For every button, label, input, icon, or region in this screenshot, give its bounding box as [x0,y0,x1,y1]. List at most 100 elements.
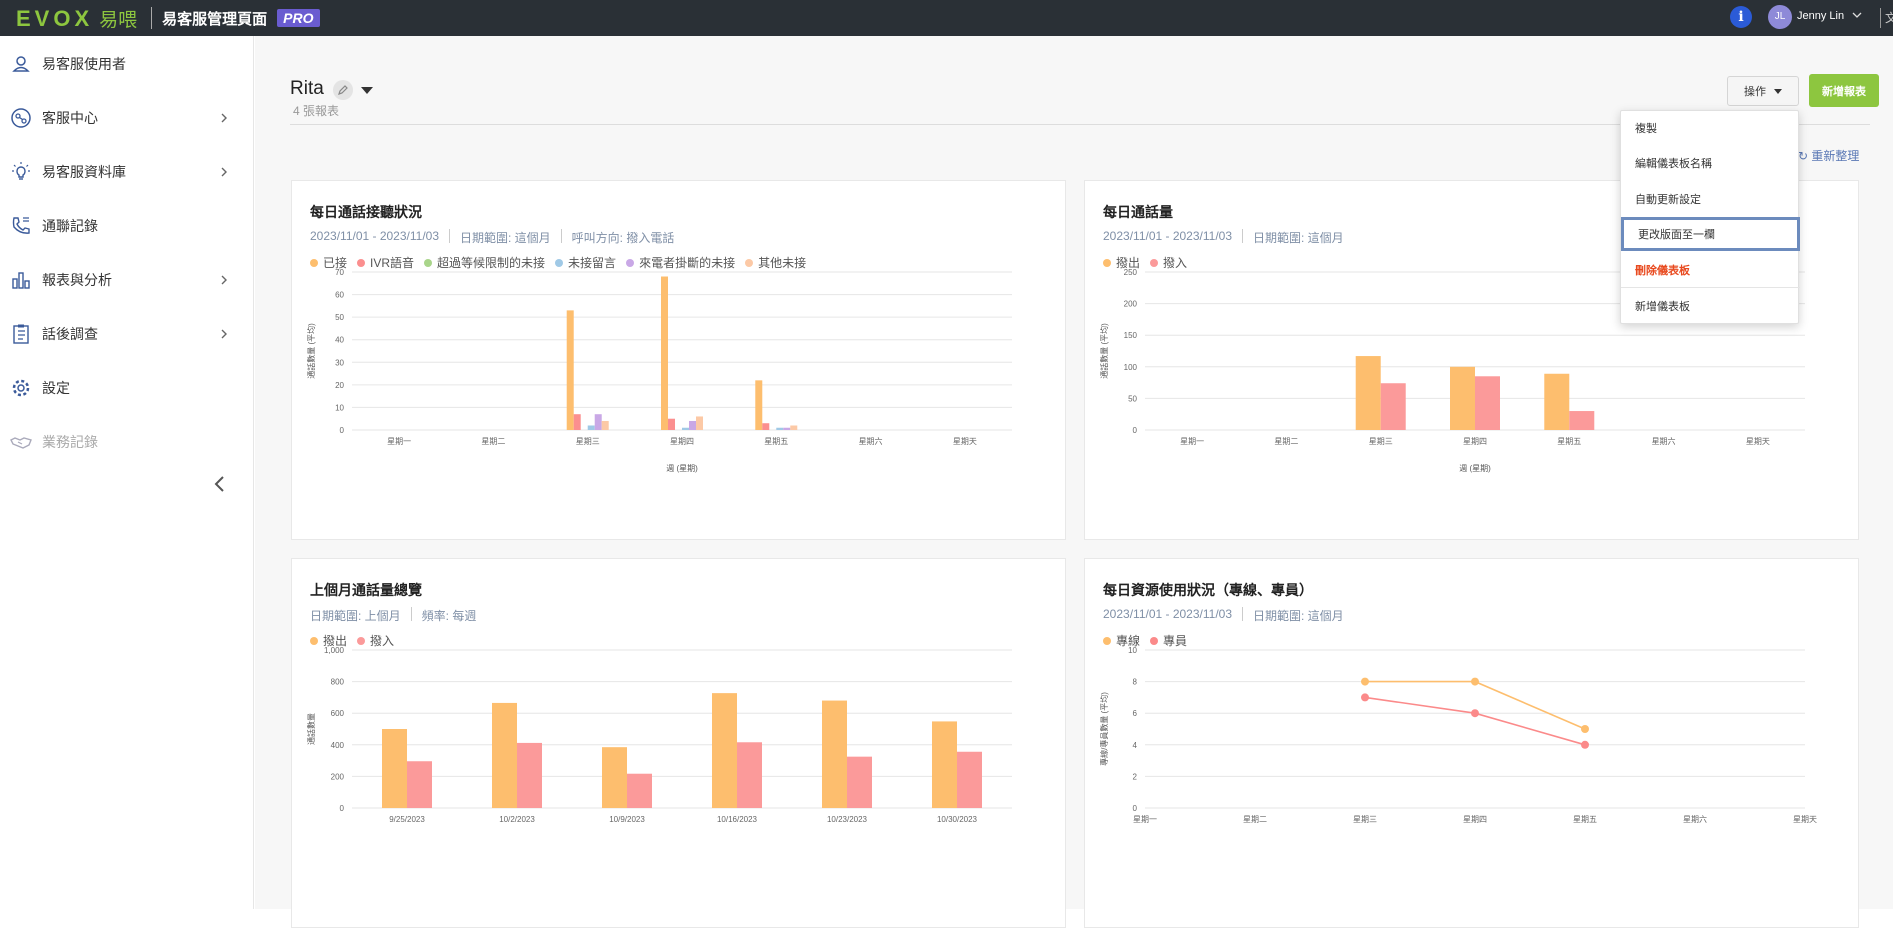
x-tick-label: 星期一 [387,437,411,446]
y-tick-label: 8 [1133,678,1138,687]
x-tick-label: 星期天 [1793,815,1817,824]
y-tick-label: 0 [340,804,345,813]
sidebar-item-label: 話後調查 [42,326,98,342]
bar [668,418,675,430]
y-tick-label: 10 [1128,646,1137,655]
y-tick-label: 2 [1133,772,1138,781]
y-tick-label: 400 [331,741,345,750]
x-tick-label: 星期天 [1746,437,1770,446]
sidebar-item-reports[interactable]: 報表與分析 [0,258,254,302]
info-icon[interactable]: i [1730,6,1752,28]
sidebar: 易客服使用者 客服中心 易客服資料庫 通聯記錄 報表與分析 話後調查 設定 業務… [0,36,254,909]
x-tick-label: 星期一 [1133,815,1157,824]
y-tick-label: 50 [335,313,344,322]
sidebar-item-users[interactable]: 易客服使用者 [0,42,254,86]
caret-down-icon [1774,88,1782,94]
pro-badge: PRO [277,9,320,27]
y-tick-label: 0 [1133,804,1138,813]
menu-item-copy[interactable]: 複製 [1621,111,1800,145]
y-tick-label: 0 [1133,426,1138,435]
y-tick-label: 200 [1124,300,1138,309]
data-point [1471,709,1479,718]
data-point [1581,725,1589,733]
top-bar: EVOX 易喂 易客服管理頁面 PRO i JL Jenny Lin 文 [0,0,1893,36]
x-tick-label: 10/30/2023 [937,815,978,824]
menu-item-auto-refresh[interactable]: 自動更新設定 [1621,182,1800,216]
chart: 0 10 20 30 40 50 60 70 通話數量 (平均) 週 (星期) 星期一 星期二 星期三 星… [306,268,1012,473]
x-tick-label: 星期二 [481,437,505,446]
y-tick-label: 200 [331,772,345,781]
bar [847,756,872,808]
user-name[interactable]: Jenny Lin [1797,10,1844,22]
y-axis-label: 專線/專員數量 (平均) [1099,692,1109,766]
x-tick-label: 星期六 [1652,436,1676,446]
x-tick-label: 星期六 [1683,814,1707,824]
refresh-button[interactable]: ↻ 重新整理 [1798,147,1859,164]
x-tick-label: 9/25/2023 [389,815,425,824]
data-point [1361,677,1369,686]
bar [627,773,652,808]
bar [407,761,432,808]
bar [492,702,517,808]
menu-item-one-column[interactable]: 更改版面至一欄 [1621,217,1800,251]
y-tick-label: 50 [1128,394,1137,403]
data-point [1361,693,1369,702]
bar [932,721,957,808]
dashboard-title: Rita [290,78,324,99]
y-axis-label: 通話數量 [306,713,316,745]
sidebar-item-call-log[interactable]: 通聯記錄 [0,204,254,248]
x-tick-label: 星期二 [1274,437,1298,446]
y-tick-label: 100 [1124,363,1138,372]
x-tick-label: 10/9/2023 [609,815,645,824]
menu-item-delete[interactable]: 刪除儀表板 [1621,253,1800,287]
y-tick-label: 60 [335,291,344,300]
menu-item-new-dashboard[interactable]: 新增儀表板 [1621,289,1800,323]
y-tick-label: 4 [1133,741,1138,750]
x-tick-label: 星期四 [1463,437,1487,446]
user-icon [12,56,30,72]
sidebar-item-service-center[interactable]: 客服中心 [0,96,254,140]
refresh-label: 重新整理 [1811,149,1860,163]
bar [382,729,407,808]
bar [1569,411,1595,430]
x-axis-label: 週 (星期) [1459,464,1491,473]
y-axis-label: 通話數量 (平均) [306,323,316,379]
menu-item-rename[interactable]: 編輯儀表板名稱 [1621,146,1800,180]
x-tick-label: 星期三 [1353,815,1377,824]
dashboard-switch-caret-icon[interactable] [361,87,373,94]
divider [1880,8,1881,28]
phone-log-icon [12,217,30,234]
dashboard-report-count: 4 張報表 [293,104,340,118]
sidebar-item-settings[interactable]: 設定 [0,366,254,410]
handshake-icon [10,437,32,449]
lightbulb-icon [12,162,30,180]
bar-chart-icon [12,272,30,289]
survey-icon [13,324,29,344]
avatar[interactable]: JL [1768,5,1792,29]
data-point [1471,677,1479,686]
x-tick-label: 星期五 [1573,815,1597,824]
sidebar-item-label: 報表與分析 [42,272,112,288]
x-tick-label: 星期天 [953,437,977,446]
edit-title-icon[interactable] [333,80,353,100]
chevron-right-icon [221,275,227,285]
chart: 0 2 4 6 8 10 專線/專員數量 (平均) 星期一 星期二 星期三 星期四 星期五 星期六 星期天 [1099,646,1817,824]
chevron-down-icon[interactable] [1852,8,1862,22]
x-tick-label: 星期二 [1243,815,1267,824]
operations-button[interactable]: 操作 [1727,76,1799,106]
sidebar-item-label: 設定 [42,380,70,396]
logo[interactable]: EVOX 易喂 [16,5,137,32]
sidebar-item-survey[interactable]: 話後調查 [0,312,254,356]
sidebar-item-knowledge-base[interactable]: 易客服資料庫 [0,150,254,194]
report-card: 上個月通話量總覽 日期範圍: 上個月 頻率: 每週 撥出 撥入 0 200 400 60… [291,558,1066,928]
y-tick-label: 70 [335,268,344,277]
sidebar-item-label: 易客服使用者 [42,56,126,72]
sidebar-item-label: 業務記錄 [42,434,98,450]
bar [822,700,847,808]
collapse-sidebar-icon[interactable] [210,474,230,494]
add-report-button[interactable]: 新增報表 [1809,74,1879,107]
language-icon[interactable]: 文 [1885,9,1893,26]
headset-icon [11,108,31,128]
x-tick-label: 星期三 [1369,437,1393,446]
bar [594,414,602,430]
